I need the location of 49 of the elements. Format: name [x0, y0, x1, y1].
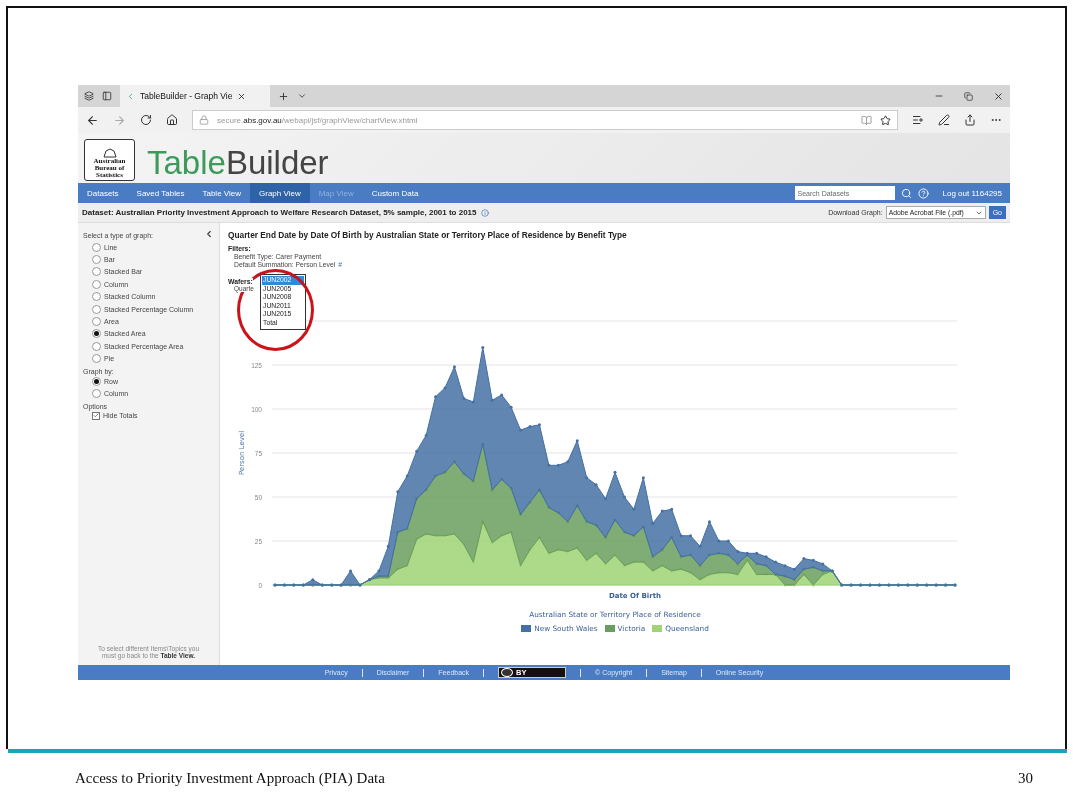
nav-tab[interactable]: Saved Tables	[127, 183, 194, 203]
checkbox[interactable]	[92, 411, 100, 420]
page-number: 30	[1018, 770, 1033, 787]
home-icon[interactable]	[166, 114, 178, 126]
info-icon[interactable]	[480, 208, 489, 217]
radio-button[interactable]	[92, 292, 101, 302]
pen-icon[interactable]	[938, 114, 950, 126]
lock-icon	[199, 115, 209, 125]
close-icon[interactable]	[993, 90, 1004, 102]
radio-button[interactable]	[92, 267, 101, 277]
search-icon[interactable]	[900, 187, 912, 199]
radio-button[interactable]	[92, 255, 101, 265]
collapse-icon[interactable]	[204, 229, 214, 239]
app-title: TableBuilder	[147, 145, 329, 181]
star-icon[interactable]	[880, 114, 891, 126]
share-icon[interactable]	[964, 114, 976, 126]
radio-button[interactable]	[92, 376, 101, 386]
nav-tab[interactable]: Custom Data	[362, 183, 428, 203]
dataset-title: Dataset: Australian Priority Investment Approach to Welfare Research Dataset, 5% sample, 2001 to 2015	[82, 208, 477, 217]
chart-title: Quarter End Date by Date Of Birth by Australian State or Territory Place of Residence by Benefit Type	[228, 230, 628, 240]
help-icon[interactable]	[917, 187, 929, 199]
radio-button[interactable]	[92, 329, 101, 339]
nav-tab[interactable]: Table View	[193, 183, 250, 203]
radio-button[interactable]	[92, 242, 101, 252]
new-tab-icon[interactable]	[278, 90, 289, 102]
nav-tab[interactable]: Graph View	[250, 183, 310, 203]
logout-link[interactable]: Log out 1164295	[942, 188, 1002, 198]
refresh-icon[interactable]	[140, 114, 152, 126]
close-icon[interactable]	[237, 91, 247, 101]
radio-button[interactable]	[92, 304, 101, 314]
slide-footer-title: Access to Priority Investment Approach (PIA) Data	[75, 770, 385, 787]
crest-icon	[101, 148, 118, 158]
radio-button[interactable]	[92, 317, 101, 327]
restore-icon[interactable]	[964, 91, 973, 101]
tabs-icon[interactable]	[84, 91, 94, 101]
nav-tab[interactable]: Datasets	[78, 183, 128, 203]
forward-icon[interactable]	[113, 113, 126, 127]
tab-preview-icon[interactable]	[102, 91, 112, 101]
back-icon[interactable]	[86, 113, 99, 127]
favorites-icon[interactable]	[912, 114, 924, 126]
radio-button[interactable]	[92, 279, 101, 289]
browser-tab[interactable]: TableBuilder - Graph Vie	[120, 85, 270, 107]
radio-button[interactable]	[92, 389, 101, 398]
chevron-down-icon[interactable]	[297, 91, 307, 101]
reading-view-icon[interactable]	[861, 114, 872, 126]
radio-button[interactable]	[92, 354, 101, 364]
address-bar[interactable]: secure.abs.gov.au/webapi/jsf/graphView/chartView.xhtml	[192, 110, 898, 130]
radio-button[interactable]	[92, 341, 101, 351]
tab-title: TableBuilder - Graph Vie	[140, 91, 233, 101]
